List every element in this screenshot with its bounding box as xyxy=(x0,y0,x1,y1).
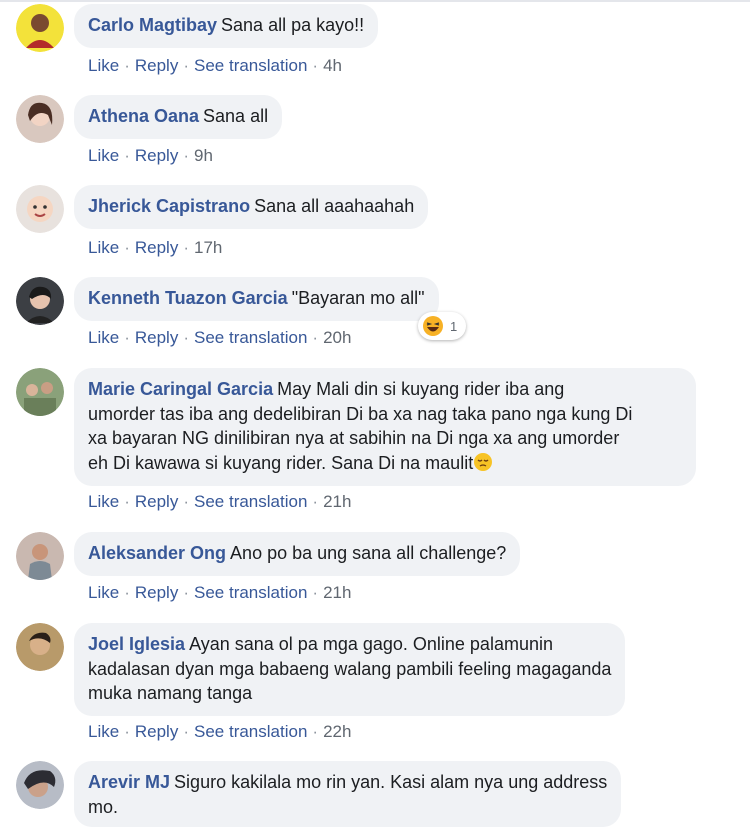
like-link[interactable]: Like xyxy=(88,722,119,741)
comment-author[interactable]: Marie Caringal Garcia xyxy=(88,379,273,399)
see-translation-link[interactable]: See translation xyxy=(194,328,307,347)
pensive-face-icon xyxy=(474,452,493,471)
comment-bubble: Marie Caringal Garcia May Mali din si kuy… xyxy=(74,368,696,486)
like-link[interactable]: Like xyxy=(88,328,119,347)
like-link[interactable]: Like xyxy=(88,56,119,75)
like-link[interactable]: Like xyxy=(88,583,119,602)
comment-bubble: Aleksander Ong Ano po ba ung sana all cha… xyxy=(74,532,521,576)
avatar[interactable] xyxy=(16,368,64,416)
see-translation-link[interactable]: See translation xyxy=(194,56,307,75)
comment-text: Sana all xyxy=(203,106,269,126)
avatar[interactable] xyxy=(16,95,64,143)
comment-actions: Like · Reply · 9h xyxy=(88,146,213,165)
comment-time[interactable]: 21h xyxy=(323,583,351,602)
comment-author[interactable]: Arevir MJ xyxy=(88,772,170,792)
comment-text: Ano po ba ung sana all challenge? xyxy=(230,543,507,563)
comment-author[interactable]: Jherick Capistrano xyxy=(88,196,250,216)
comment-author[interactable]: Kenneth Tuazon Garcia xyxy=(88,288,288,308)
avatar[interactable] xyxy=(16,623,64,671)
comment-text-line: Siguro kakilala mo rin yan. Kasi alam ny… xyxy=(174,772,608,792)
comment-text: "Bayaran mo all" xyxy=(291,288,425,308)
comment-time[interactable]: 17h xyxy=(194,238,222,257)
comment-time[interactable]: 4h xyxy=(323,56,342,75)
comment-actions: Like · Reply · See translation · 22h xyxy=(88,722,352,741)
comment-text-line: eh Di kawawa si kuyang rider. Sana Di na… xyxy=(88,452,474,473)
comment-text-line: umorder tas iba ang dedelibiran Di ba xa… xyxy=(88,403,633,424)
reply-link[interactable]: Reply xyxy=(135,146,178,165)
comment-bubble: Carlo Magtibay Sana all pa kayo!! xyxy=(74,4,379,48)
comment-text-line: kadalasan dyan mga babaeng walang pambil… xyxy=(88,658,612,679)
comment-author[interactable]: Joel Iglesia xyxy=(88,634,185,654)
comment-actions: Like · Reply · See translation · 21h xyxy=(88,583,352,602)
reply-link[interactable]: Reply xyxy=(135,583,178,602)
comment-author[interactable]: Aleksander Ong xyxy=(88,543,226,563)
comment-actions: Like · Reply · 17h xyxy=(88,238,223,257)
reaction-badge[interactable]: 1 xyxy=(418,312,466,340)
comment-author[interactable]: Carlo Magtibay xyxy=(88,15,217,35)
like-link[interactable]: Like xyxy=(88,492,119,511)
avatar[interactable] xyxy=(16,185,64,233)
see-translation-link[interactable]: See translation xyxy=(194,492,307,511)
comment-bubble: Athena Oana Sana all xyxy=(74,95,283,139)
avatar[interactable] xyxy=(16,532,64,580)
comment-bubble: Kenneth Tuazon Garcia "Bayaran mo all" xyxy=(74,277,439,321)
comment-actions: Like · Reply · See translation · 20h xyxy=(88,328,352,347)
comment-text-line: xa bayaran NG dinilibiran nya at sabihin… xyxy=(88,428,620,448)
comment-text-line: mo. xyxy=(88,796,119,817)
comment-text: Sana all aaahaahah xyxy=(254,196,415,216)
comment-author[interactable]: Athena Oana xyxy=(88,106,199,126)
see-translation-link[interactable]: See translation xyxy=(194,722,307,741)
comment-bubble: Jherick Capistrano Sana all aaahaahah xyxy=(74,185,429,229)
avatar[interactable] xyxy=(16,761,64,809)
reply-link[interactable]: Reply xyxy=(135,722,178,741)
like-link[interactable]: Like xyxy=(88,146,119,165)
reply-link[interactable]: Reply xyxy=(135,492,178,511)
comment-bubble: Arevir MJ Siguro kakilala mo rin yan. Kas… xyxy=(74,761,622,827)
like-link[interactable]: Like xyxy=(88,238,119,257)
comment-text: Sana all pa kayo!! xyxy=(221,15,365,35)
comment-time[interactable]: 20h xyxy=(323,328,351,347)
comment-text-line: muka namang tanga xyxy=(88,683,253,703)
comment-text-line: Ayan sana ol pa mga gago. Online palamun… xyxy=(189,634,553,654)
haha-reaction-icon xyxy=(423,316,443,336)
avatar[interactable] xyxy=(16,277,64,325)
comment-actions: Like · Reply · See translation · 4h xyxy=(88,56,342,75)
reply-link[interactable]: Reply xyxy=(135,56,178,75)
comment-time[interactable]: 22h xyxy=(323,722,351,741)
comment-time[interactable]: 21h xyxy=(323,492,351,511)
reply-link[interactable]: Reply xyxy=(135,328,178,347)
see-translation-link[interactable]: See translation xyxy=(194,583,307,602)
comment-actions: Like · Reply · See translation · 21h xyxy=(88,492,352,511)
avatar[interactable] xyxy=(16,4,64,52)
comment-text-line: May Mali din si kuyang rider iba ang xyxy=(277,379,565,399)
reply-link[interactable]: Reply xyxy=(135,238,178,257)
comment-time[interactable]: 9h xyxy=(194,146,213,165)
top-divider xyxy=(0,0,750,2)
comment-bubble: Joel Iglesia Ayan sana ol pa mga gago. On… xyxy=(74,623,626,716)
reaction-count: 1 xyxy=(450,318,458,334)
